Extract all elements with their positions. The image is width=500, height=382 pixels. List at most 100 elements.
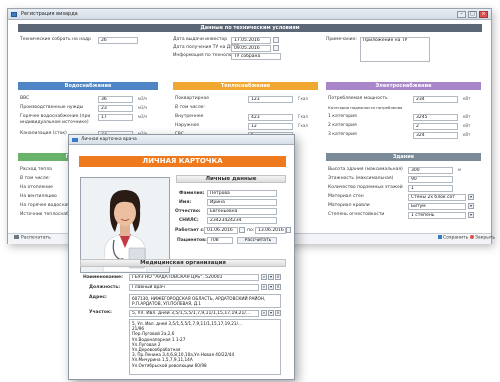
tech-info-label: Информация по технологии — [173, 53, 240, 58]
tech-note-label: Примечание: — [326, 37, 357, 42]
snils-label: СНИЛС: — [179, 218, 199, 223]
water-row-label: Канализация (сток) — [20, 131, 67, 136]
minimize-button[interactable]: – — [457, 11, 466, 18]
surname-input[interactable]: Петрова — [207, 190, 277, 197]
building-input[interactable]: 300 — [408, 167, 453, 174]
calendar-icon[interactable] — [273, 45, 279, 51]
water-unit: м3/ч — [138, 96, 148, 101]
heat-input[interactable]: 423 — [248, 114, 293, 121]
tech-receive-date-input[interactable]: 09.05.2016 — [231, 45, 271, 52]
dropdown-icon[interactable]: ▾ — [268, 284, 274, 290]
site-input[interactable]: 5, Ул. Ивл. дней 3,5/1,5,5/1,7,9,11/1,15… — [129, 310, 259, 317]
main-window-title: Регистрация визарда — [21, 11, 78, 17]
power-input[interactable]: 3245 — [413, 114, 458, 121]
search-icon[interactable]: ⌕ — [261, 284, 267, 290]
power-unit: кВт — [463, 132, 471, 137]
section-water-header: Водоснабжение — [18, 82, 158, 90]
building-select[interactable]: 1 степень — [408, 212, 466, 219]
building-row-label: Степень огнестойкости — [328, 212, 385, 217]
gas-row-label: На вентиляцию — [20, 194, 57, 199]
heat-unit: Гкал — [298, 123, 308, 128]
power-row-label: Потребляемая мощность — [328, 96, 388, 101]
name-label: Имя: — [179, 200, 192, 205]
maximize-button[interactable]: □ — [468, 11, 477, 18]
building-input[interactable]: 1 — [408, 185, 453, 192]
org-name-input[interactable]: ГБУЗ НО "АРДАТОВСКАЯ ЦРБ", 520001 — [129, 274, 259, 281]
tech-date-select[interactable]: 2б — [98, 37, 138, 44]
work-to-input[interactable]: 13.06.2016 — [255, 227, 286, 234]
heat-input[interactable]: 123 — [248, 96, 293, 103]
position-label: Должность: — [89, 285, 120, 290]
building-row-label: Количество подземных этажей — [328, 185, 403, 190]
save-icon — [438, 235, 442, 239]
patronymic-label: Отчество: — [175, 209, 201, 214]
search-icon[interactable]: ⌕ — [261, 274, 267, 280]
name-input[interactable]: Ирина — [207, 199, 277, 206]
search-icon[interactable]: ⌕ — [261, 310, 267, 316]
position-input[interactable]: Главный врач — [129, 284, 259, 291]
close-button[interactable]: Закрыть — [470, 235, 495, 242]
patronymic-input[interactable]: Евгеньевна — [207, 208, 277, 215]
patients-input[interactable]: 708 — [207, 237, 233, 244]
building-row-label: Материал стен — [328, 194, 364, 199]
building-input[interactable]: 90 — [408, 176, 453, 183]
site-list[interactable]: 5, Ул. Ивл. дней 3,5/1,5,5/1,7,9,11/1,15… — [129, 319, 281, 375]
section-tech-header: Данные по техническим условиям — [18, 24, 482, 32]
power-input[interactable]: 2 — [413, 123, 458, 130]
dropdown-icon[interactable]: ▾ — [468, 194, 474, 200]
work-from-label: Работает с: — [175, 228, 205, 233]
power-row-label: Категория надежности потребления — [328, 105, 403, 110]
clear-icon[interactable]: × — [275, 310, 281, 316]
calendar-icon[interactable] — [239, 227, 245, 233]
snils-input[interactable]: 23423424234 — [207, 217, 277, 224]
dropdown-icon[interactable]: ▾ — [268, 310, 274, 316]
clear-icon[interactable]: × — [275, 284, 281, 290]
work-from-input[interactable]: 01.06.2016 — [204, 227, 238, 234]
print-button[interactable]: Распечатать — [14, 235, 51, 242]
doctor-portrait-icon — [81, 178, 169, 272]
water-input[interactable]: 36 — [98, 96, 133, 103]
address-textarea[interactable]: 607130, НИЖЕГОРОДСКАЯ ОБЛАСТЬ, АРДАТОВСК… — [129, 294, 281, 308]
dropdown-icon[interactable]: ▾ — [468, 212, 474, 218]
building-select[interactable]: Стены 2х блок сот — [408, 194, 466, 201]
card-titlebar: Личная карточка врача — [69, 135, 294, 145]
tech-note-textarea[interactable]: Приложение на ТУ — [360, 37, 430, 62]
tech-issue-date-input[interactable]: 17.05.2016 — [231, 37, 271, 44]
save-label: Сохранить — [443, 235, 469, 241]
power-input[interactable]: 234 — [413, 96, 458, 103]
tech-receive-label: Дата получения ТУ на ДПРТ — [173, 45, 240, 50]
site-label: Участок: — [89, 310, 112, 315]
dropdown-icon[interactable]: ▾ — [268, 274, 274, 280]
org-header: Медицинская организация — [80, 259, 286, 267]
power-row-label: 2 категория — [328, 123, 357, 128]
heat-input[interactable]: 12 — [248, 123, 293, 130]
calculate-button[interactable]: Рассчитать — [237, 237, 277, 244]
app-icon — [11, 12, 17, 17]
work-to-label: по: — [247, 228, 255, 233]
power-input[interactable]: 324 — [413, 132, 458, 139]
clear-icon[interactable]: × — [275, 274, 281, 280]
gas-row-label: В том числе: — [20, 176, 50, 181]
tech-issue-label: Дата выдачи инвестор — [173, 37, 228, 42]
close-window-button[interactable]: × — [479, 11, 488, 18]
tech-info-select[interactable]: ТУ собрана — [231, 53, 281, 60]
power-row-label: 3 категория — [328, 132, 357, 137]
calendar-icon[interactable] — [273, 37, 279, 43]
surname-label: Фамилия: — [179, 191, 205, 196]
main-window-titlebar: Регистрация визарда – □ × — [8, 9, 491, 20]
heat-unit: Гкал — [298, 114, 308, 119]
water-unit: м3/ч — [138, 105, 148, 110]
calendar-icon[interactable] — [286, 227, 291, 233]
section-heat-header: Теплоснабжение — [173, 82, 318, 90]
water-input[interactable]: 23 — [98, 105, 133, 112]
save-button[interactable]: Сохранить — [438, 235, 468, 242]
section-power-header: Электроснабжение — [326, 82, 481, 90]
heat-row-label: Поквартирное — [175, 96, 209, 101]
heat-row-label: Внутреннее — [175, 114, 204, 119]
building-select[interactable]: Битум — [408, 203, 466, 210]
gas-row-label: Расход тепла — [20, 167, 52, 172]
close-icon — [470, 235, 474, 239]
dropdown-icon[interactable]: ▾ — [468, 203, 474, 209]
building-row-label: Материал кровли — [328, 203, 370, 208]
water-input[interactable]: 17 — [98, 114, 133, 121]
